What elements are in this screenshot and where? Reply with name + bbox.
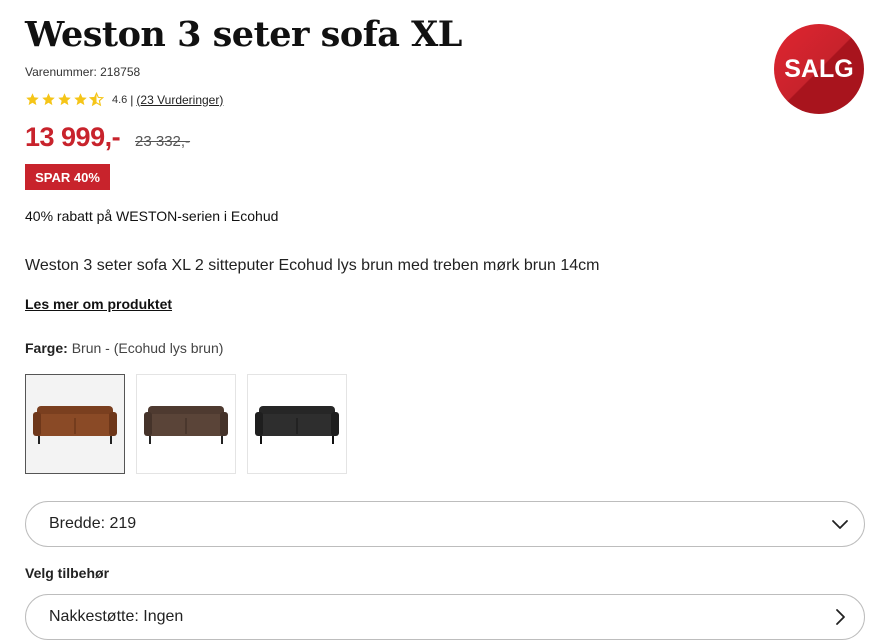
width-select-value: Bredde: 219 xyxy=(49,515,137,532)
sale-badge: SALG xyxy=(774,24,864,114)
sofa-image xyxy=(33,406,117,444)
half-star-icon xyxy=(89,92,104,107)
product-description: Weston 3 seter sofa XL 2 sitteputer Ecoh… xyxy=(25,257,600,274)
sofa-image xyxy=(144,406,228,444)
star-icon xyxy=(58,93,71,106)
accessories-heading: Velg tilbehør xyxy=(25,565,110,581)
promo-text: 40% rabatt på WESTON-serien i Ecohud xyxy=(25,208,279,224)
discount-badge: SPAR 40% xyxy=(25,164,110,190)
product-sku: Varenummer: 218758 xyxy=(25,65,141,79)
star-icon xyxy=(74,93,87,106)
neck-support-select[interactable]: Nakkestøtte: Ingen xyxy=(25,594,865,640)
reviews-link[interactable]: (23 Vurderinger) xyxy=(136,93,223,107)
rating-separator: | xyxy=(130,92,134,107)
color-swatch-light-brown[interactable] xyxy=(25,374,125,474)
star-icon xyxy=(42,93,55,106)
rating-row: 4.6 | (23 Vurderinger) xyxy=(25,92,223,107)
star-icon xyxy=(26,93,39,106)
color-label: Farge: xyxy=(25,340,68,356)
color-selector-label: Farge: Brun - (Ecohud lys brun) xyxy=(25,340,223,356)
sofa-image xyxy=(255,406,339,444)
old-price: 23 332,- xyxy=(135,133,191,150)
chevron-right-icon xyxy=(836,609,845,625)
current-price: 13 999,- xyxy=(25,122,121,152)
width-select[interactable]: Bredde: 219 xyxy=(25,501,865,547)
rating-value: 4.6 xyxy=(112,93,128,106)
product-title: Weston 3 seter sofa XL xyxy=(25,14,462,55)
read-more-link[interactable]: Les mer om produktet xyxy=(25,296,172,312)
rating-stars xyxy=(25,92,104,107)
color-swatch-black[interactable] xyxy=(247,374,347,474)
neck-support-value: Nakkestøtte: Ingen xyxy=(49,608,184,625)
chevron-down-icon xyxy=(832,520,848,529)
color-swatch-dark-brown[interactable] xyxy=(136,374,236,474)
color-value: Brun - (Ecohud lys brun) xyxy=(71,340,224,356)
